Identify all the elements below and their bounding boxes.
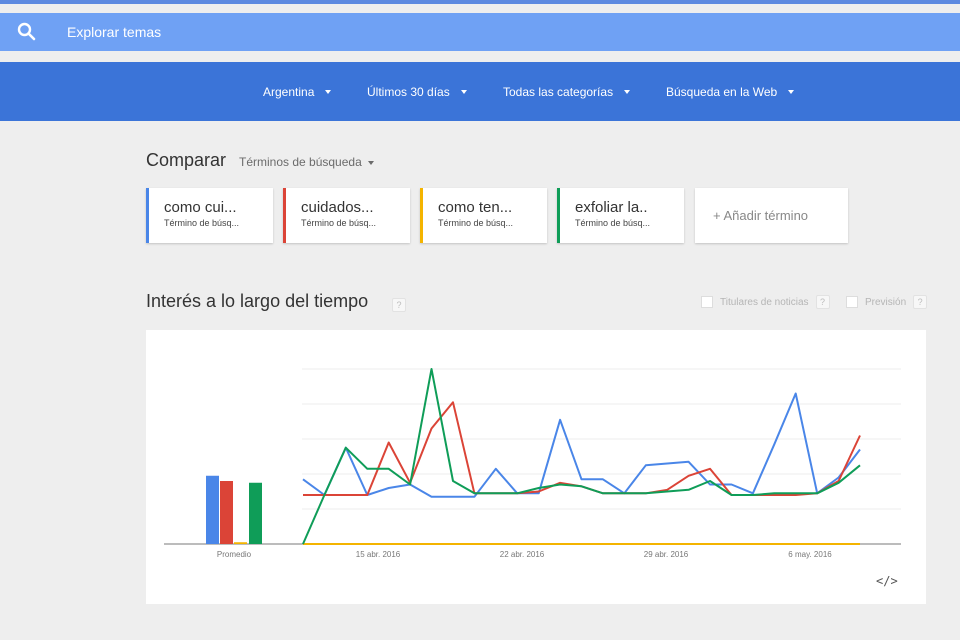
compare-title: Comparar (146, 150, 227, 170)
filter-category-label: Todas las categorías (503, 84, 614, 99)
chevron-down-icon (460, 90, 467, 94)
news-headlines-label: Titulares de noticias (720, 296, 809, 308)
chevron-down-icon (367, 160, 374, 165)
term-name: cuidados... (301, 199, 374, 216)
embed-code-icon[interactable]: </> (876, 574, 898, 588)
help-icon[interactable]: ? (815, 295, 830, 309)
term-card-1[interactable]: como cui... Término de búsq... (146, 188, 273, 243)
term-type: Término de búsq... (438, 218, 514, 228)
chevron-down-icon (624, 90, 631, 94)
forecast-checkbox[interactable] (846, 296, 858, 308)
search-input[interactable]: Explorar temas (67, 24, 161, 40)
x-tick-label: 22 abr. 2016 (500, 550, 545, 559)
filter-time-range-label: Últimos 30 días (367, 84, 450, 99)
help-icon[interactable]: ? (913, 295, 928, 309)
x-tick-label: 29 abr. 2016 (644, 550, 689, 559)
term-name: exfoliar la.. (575, 199, 648, 216)
search-bar[interactable]: Explorar temas (0, 13, 960, 51)
x-tick-label: 15 abr. 2016 (356, 550, 401, 559)
forecast-option[interactable]: Previsión ? (846, 295, 928, 309)
term-type: Término de búsq... (164, 218, 240, 228)
compare-mode-label: Términos de búsqueda (239, 155, 362, 169)
interest-chart-card: Promedio 15 abr. 2016 22 abr. 2016 29 abr. … (146, 330, 926, 604)
help-icon[interactable]: ? (392, 298, 406, 312)
term-type: Término de búsq... (575, 218, 651, 228)
term-card-3[interactable]: como ten... Término de búsq... (420, 188, 547, 243)
chevron-down-icon (788, 90, 795, 94)
news-headlines-option[interactable]: Titulares de noticias ? (701, 295, 830, 309)
filter-search-type-label: Búsqueda en la Web (666, 84, 778, 99)
x-tick-label: 6 may. 2016 (788, 550, 832, 559)
term-card-2[interactable]: cuidados... Término de búsq... (283, 188, 410, 243)
filter-category[interactable]: Todas las categorías (503, 62, 631, 121)
average-bar (220, 481, 233, 544)
average-bar (206, 475, 219, 544)
forecast-label: Previsión (865, 296, 907, 308)
search-icon[interactable] (14, 19, 40, 45)
interest-over-time-title: Interés a lo largo del tiempo (146, 291, 369, 311)
term-card-4[interactable]: exfoliar la.. Término de búsq... (557, 188, 684, 243)
term-type: Término de búsq... (301, 218, 377, 228)
filter-time-range[interactable]: Últimos 30 días (367, 62, 467, 121)
top-strip (0, 0, 960, 4)
average-bar (234, 542, 247, 544)
filter-search-type[interactable]: Búsqueda en la Web (666, 62, 795, 121)
term-name: como ten... (438, 199, 513, 216)
compare-mode-dropdown[interactable]: Términos de búsqueda (239, 155, 374, 169)
series-line (303, 401, 861, 496)
filter-location[interactable]: Argentina (263, 62, 332, 121)
series-line (302, 368, 861, 545)
news-headlines-checkbox[interactable] (701, 296, 713, 308)
average-bar (249, 482, 262, 544)
filter-location-label: Argentina (263, 84, 315, 99)
interest-line-chart: Promedio 15 abr. 2016 22 abr. 2016 29 abr. … (164, 368, 901, 559)
add-term-button[interactable]: + Añadir término (695, 188, 848, 243)
average-label: Promedio (217, 550, 252, 559)
chevron-down-icon (325, 90, 332, 94)
filter-bar: Argentina Últimos 30 días Todas las cate… (0, 62, 960, 121)
term-name: como cui... (164, 199, 237, 216)
